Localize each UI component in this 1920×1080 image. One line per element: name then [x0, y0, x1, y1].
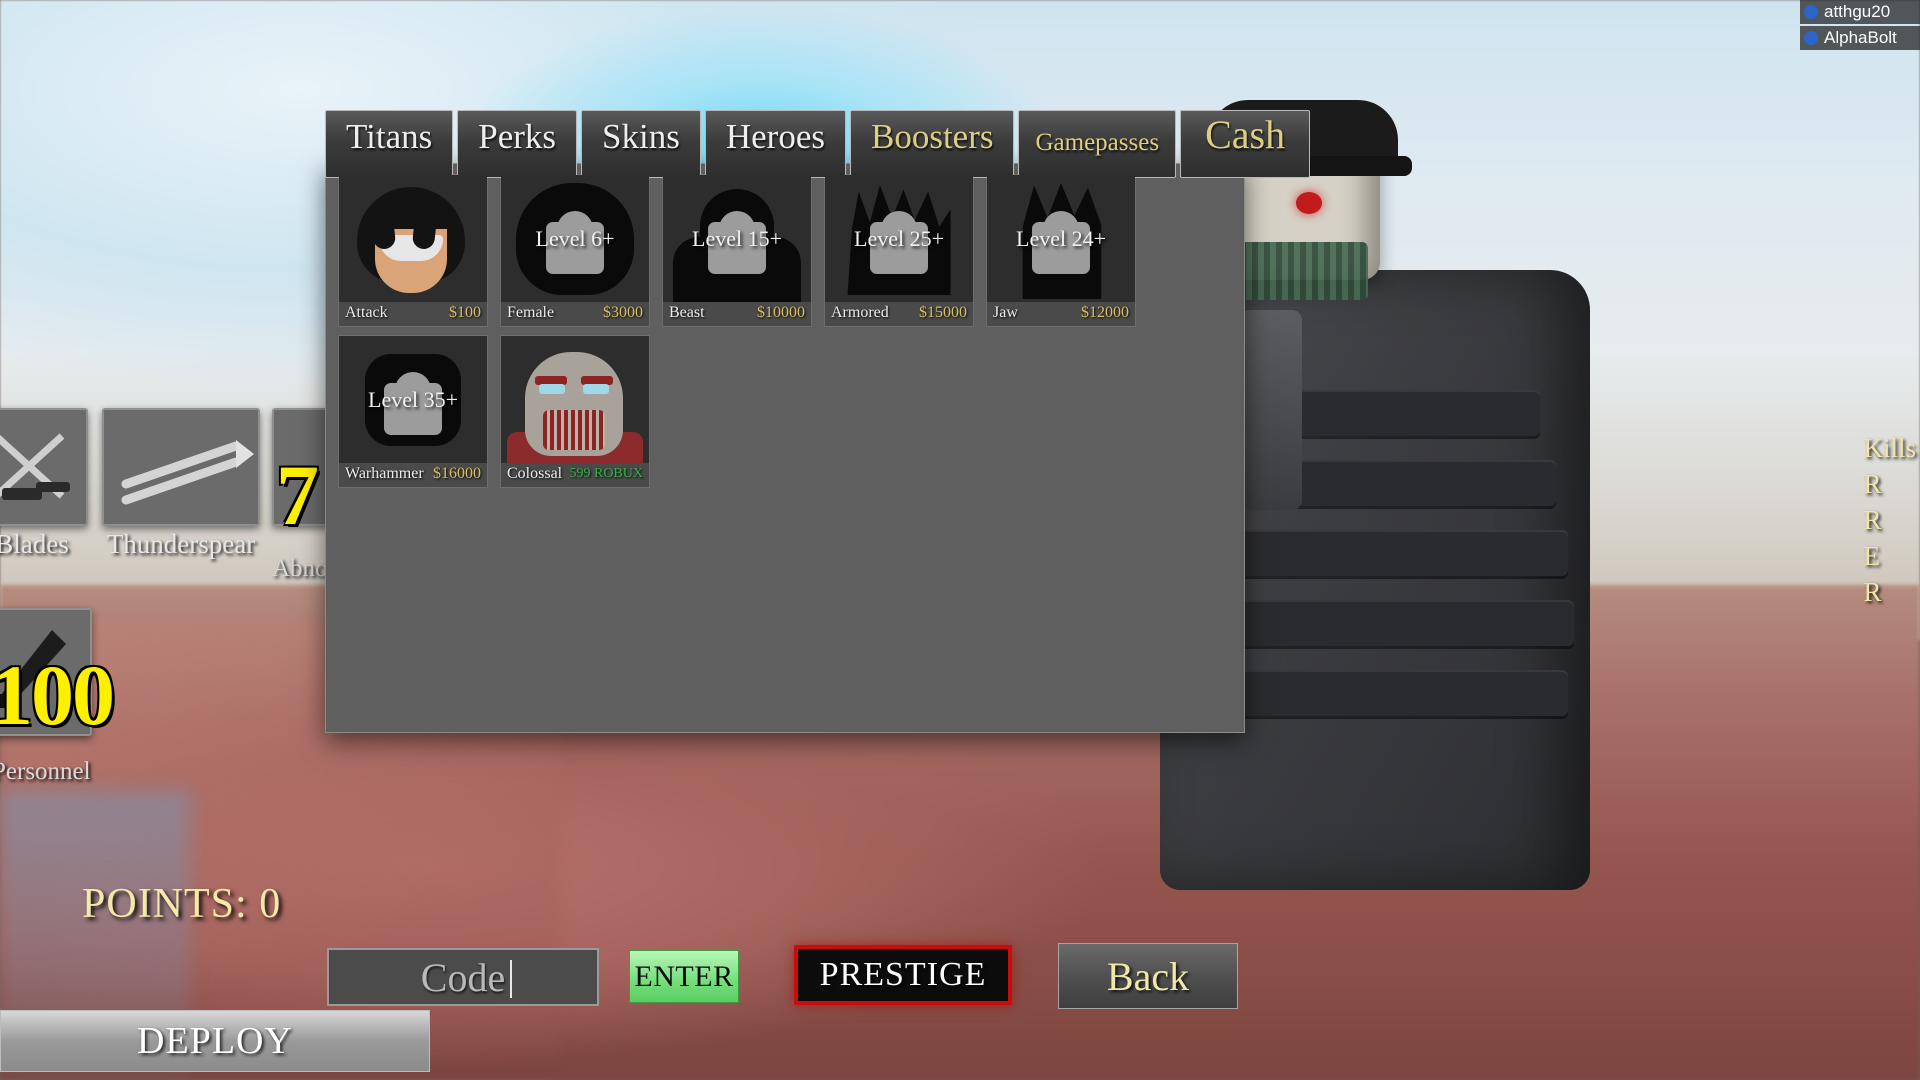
- text-caret: [510, 960, 512, 998]
- item-artwork: [339, 175, 487, 302]
- item-artwork: Level 35+: [339, 336, 487, 463]
- deploy-button-label: DEPLOY: [137, 1020, 293, 1062]
- tab-titans[interactable]: Titans: [325, 110, 454, 178]
- back-button-label: Back: [1106, 953, 1190, 999]
- item-footer: Attack $100: [339, 302, 487, 326]
- code-input[interactable]: Code: [327, 948, 599, 1006]
- item-artwork: Level 15+: [663, 175, 811, 302]
- tab-heroes[interactable]: Heroes: [704, 110, 846, 178]
- prestige-button-label: PRESTIGE: [819, 956, 987, 993]
- item-price: $15000: [919, 304, 967, 321]
- hud-slot-thunderspear[interactable]: Thunderspear: [102, 408, 260, 559]
- personnel-counter-value: 100: [0, 647, 115, 743]
- deploy-button[interactable]: DEPLOY: [0, 1010, 430, 1072]
- item-price: $100: [449, 304, 481, 321]
- side-stat: E: [1863, 541, 1880, 571]
- hud-slot-label: Blades: [0, 529, 69, 559]
- hud-slot-label: Thunderspear: [106, 529, 256, 559]
- item-lock-requirement: Level 35+: [368, 386, 458, 412]
- item-name: Beast: [669, 304, 705, 321]
- shop-item-warhammer[interactable]: Level 35+ Warhammer $16000: [338, 335, 488, 488]
- side-stat: R: [1863, 469, 1882, 499]
- shop-item-female[interactable]: Level 6+ Female $3000: [500, 174, 650, 327]
- abnormal-counter-value: 7: [276, 447, 319, 543]
- item-lock-requirement: Level 15+: [692, 225, 782, 251]
- item-artwork: Level 6+: [501, 175, 649, 302]
- item-footer: Beast $10000: [663, 302, 811, 326]
- player-name: atthgu20: [1824, 2, 1891, 21]
- hud-slot-blades[interactable]: Blades: [0, 408, 88, 559]
- code-input-placeholder: Code: [420, 954, 506, 1000]
- side-stat: Kills: [1863, 433, 1916, 463]
- personnel-counter-label: Personnel: [0, 758, 91, 785]
- prestige-button[interactable]: PRESTIGE: [794, 945, 1012, 1005]
- tab-skins[interactable]: Skins: [581, 110, 701, 178]
- item-price: $3000: [603, 304, 643, 321]
- item-lock-requirement: Level 25+: [854, 225, 944, 251]
- tab-gamepasses[interactable]: Gamepasses: [1018, 110, 1177, 178]
- player-avatar-icon: [1804, 5, 1818, 19]
- item-footer: Colossal 599 ROBUX: [501, 463, 649, 487]
- leaderboard-row[interactable]: AlphaBolt: [1800, 26, 1920, 50]
- item-lock-requirement: Level 6+: [535, 225, 615, 251]
- item-footer: Female $3000: [501, 302, 649, 326]
- back-button[interactable]: Back: [1058, 943, 1238, 1009]
- tab-boosters[interactable]: Boosters: [849, 110, 1015, 178]
- shop-item-grid: Attack $100 Level 6+ Female $3000 Level …: [338, 174, 1244, 488]
- titan-character: [1160, 60, 1690, 960]
- shop-item-armored[interactable]: Level 25+ Armored $15000: [824, 174, 974, 327]
- item-name: Female: [507, 304, 555, 321]
- shop-item-colossal[interactable]: Colossal 599 ROBUX: [500, 335, 650, 488]
- item-artwork: Level 25+: [825, 175, 973, 302]
- item-footer: Armored $15000: [825, 302, 973, 326]
- colossal-eye-icon: [539, 384, 565, 394]
- item-footer: Warhammer $16000: [339, 463, 487, 487]
- shop-item-attack[interactable]: Attack $100: [338, 174, 488, 327]
- item-name: Attack: [345, 304, 388, 321]
- enter-button[interactable]: ENTER: [629, 950, 739, 1003]
- player-avatar-icon: [1804, 31, 1818, 45]
- titan-arm: [1240, 310, 1302, 510]
- titan-mouth: [1228, 242, 1368, 300]
- side-stat: R: [1863, 505, 1882, 535]
- blades-icon: [0, 410, 86, 524]
- colossal-eye-icon: [583, 384, 609, 394]
- tab-cash[interactable]: Cash: [1180, 110, 1311, 178]
- item-lock-requirement: Level 24+: [1016, 225, 1106, 251]
- leaderboard-row[interactable]: atthgu20: [1800, 0, 1920, 24]
- side-stats-panel: Kills R R E R: [1863, 430, 1916, 610]
- player-name: AlphaBolt: [1824, 28, 1897, 47]
- thunderspear-icon: [104, 410, 258, 524]
- shop-item-beast[interactable]: Level 15+ Beast $10000: [662, 174, 812, 327]
- item-price: $10000: [757, 304, 805, 321]
- colossal-jaw-icon: [543, 410, 605, 450]
- item-price: 599 ROBUX: [569, 466, 643, 481]
- item-name: Colossal: [507, 465, 563, 482]
- shop-panel: Titans Perks Skins Heroes Boosters Gamep…: [325, 110, 1311, 733]
- item-artwork: [501, 336, 649, 463]
- leaderboard: atthgu20 AlphaBolt: [1800, 0, 1920, 52]
- item-artwork: Level 24+: [987, 175, 1135, 302]
- titan-eye: [1296, 192, 1322, 214]
- shop-tabbar: Titans Perks Skins Heroes Boosters Gamep…: [325, 110, 1311, 178]
- shop-item-panel: Attack $100 Level 6+ Female $3000 Level …: [325, 163, 1245, 733]
- shop-item-jaw[interactable]: Level 24+ Jaw $12000: [986, 174, 1136, 327]
- tab-perks[interactable]: Perks: [457, 110, 578, 178]
- item-name: Armored: [831, 304, 889, 321]
- item-name: Jaw: [993, 304, 1018, 321]
- enter-button-label: ENTER: [634, 959, 734, 993]
- side-stat: R: [1863, 577, 1882, 607]
- item-price: $12000: [1081, 304, 1129, 321]
- item-footer: Jaw $12000: [987, 302, 1135, 326]
- item-name: Warhammer: [345, 465, 424, 482]
- points-display: POINTS: 0: [82, 881, 282, 927]
- item-price: $16000: [433, 465, 481, 482]
